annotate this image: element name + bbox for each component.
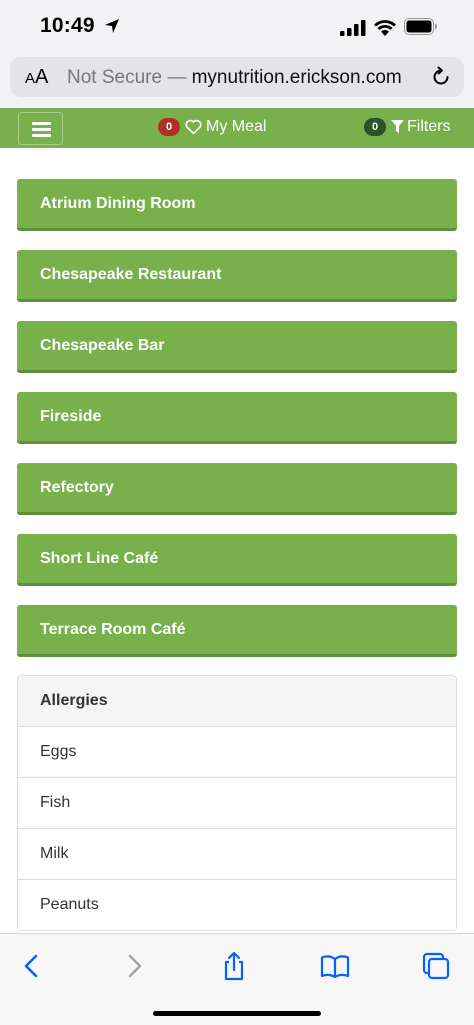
hamburger-menu-icon-bar [32,134,51,137]
venue-list: Atrium Dining Room Chesapeake Restaurant… [17,179,457,676]
allergies-panel: Allergies Eggs Fish Milk Peanuts [17,675,457,931]
browser-chrome: AA Not Secure — mynutrition.erickson.com [0,54,474,108]
safari-toolbar [0,933,474,1025]
url-domain: mynutrition.erickson.com [191,67,402,88]
venue-button-chesapeake-restaurant[interactable]: Chesapeake Restaurant [17,250,457,302]
heart-icon [185,119,202,135]
reload-icon[interactable] [430,66,452,88]
venue-button-terrace-room-cafe[interactable]: Terrace Room Café [17,605,457,657]
venue-button-chesapeake-bar[interactable]: Chesapeake Bar [17,321,457,373]
signal-bars-icon [340,20,366,36]
forward-chevron-icon[interactable] [119,951,149,981]
site-navbar: 0 My Meal 0 Filters [0,108,474,148]
venue-button-atrium-dining-room[interactable]: Atrium Dining Room [17,179,457,231]
hamburger-menu-icon-bar [32,128,51,131]
allergies-heading: Allergies [18,676,456,727]
home-indicator [153,1011,321,1016]
hamburger-menu-button[interactable] [18,112,63,145]
hamburger-menu-icon [32,122,51,125]
filters-count-badge: 0 [364,118,386,136]
address-bar[interactable]: AA Not Secure — mynutrition.erickson.com [10,57,464,97]
aa-small-label: A [25,70,36,87]
share-icon[interactable] [219,951,249,981]
filters-link[interactable]: 0 Filters [364,115,451,139]
status-time: 10:49 [40,14,95,37]
filters-label: Filters [407,118,451,135]
venue-button-fireside[interactable]: Fireside [17,392,457,444]
back-chevron-icon[interactable] [17,951,47,981]
not-secure-label: Not Secure — [67,67,187,88]
allergy-item[interactable]: Fish [18,778,456,829]
allergy-item[interactable]: Peanuts [18,880,456,931]
tabs-icon[interactable] [421,951,451,981]
location-arrow-icon [105,19,119,33]
reader-aa-button[interactable]: AA [25,66,48,89]
venue-button-refectory[interactable]: Refectory [17,463,457,515]
aa-large-label: A [35,66,49,88]
my-meal-label: My Meal [206,118,267,135]
url-display[interactable]: Not Secure — mynutrition.erickson.com [67,67,402,89]
allergy-item[interactable]: Milk [18,829,456,880]
filter-funnel-icon [391,120,404,133]
my-meal-count-badge: 0 [158,118,180,136]
status-bar: 10:49 [0,0,474,54]
allergy-item[interactable]: Eggs [18,727,456,778]
bookmarks-book-icon[interactable] [320,951,350,981]
venue-button-short-line-cafe[interactable]: Short Line Café [17,534,457,586]
my-meal-link[interactable]: 0 My Meal [158,115,266,139]
battery-icon [404,18,437,35]
wifi-icon [374,20,396,36]
